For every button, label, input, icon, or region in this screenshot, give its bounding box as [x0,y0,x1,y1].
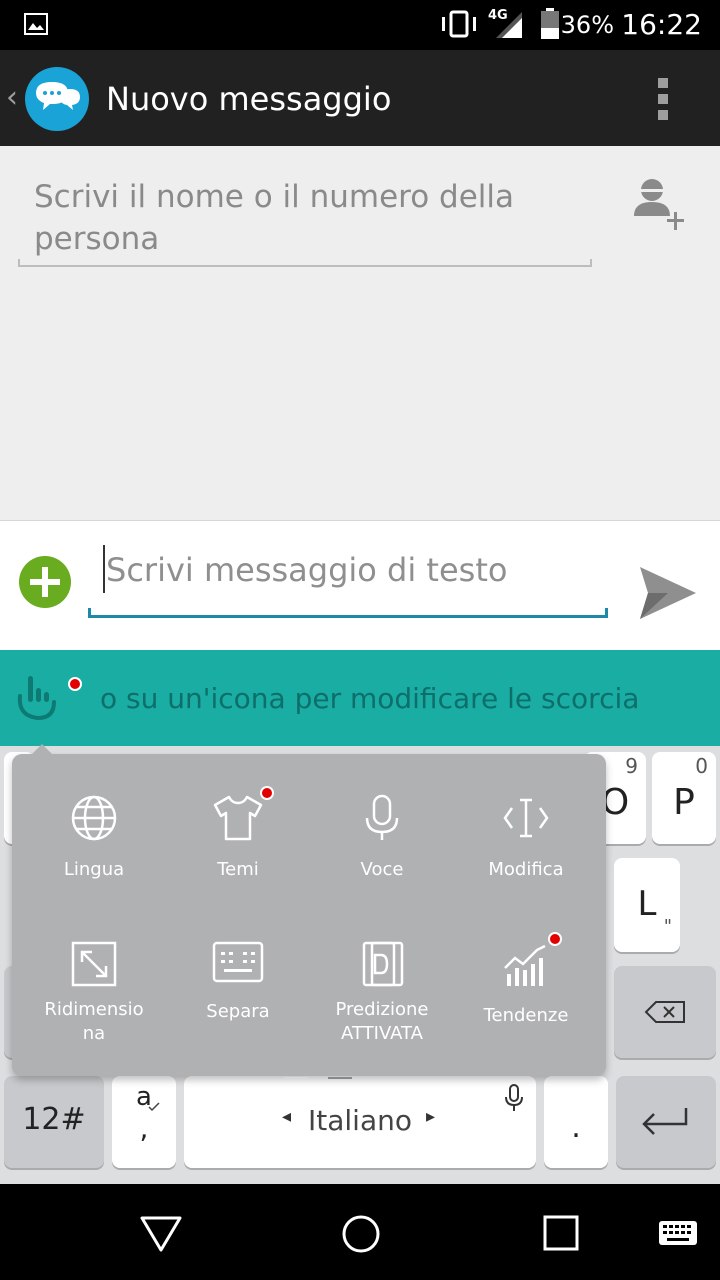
option-language[interactable]: Lingua [22,794,166,882]
key-period[interactable]: . [544,1076,608,1168]
language-next-icon: ▸ [426,1106,436,1127]
message-input-underline [88,608,608,618]
recents-nav-icon[interactable] [542,1214,580,1252]
navigation-bar [0,1184,720,1280]
gallery-notification-icon [24,13,48,35]
compose-area: Scrivi messaggio di testo [0,520,720,650]
tshirt-icon [213,795,263,841]
backspace-icon [644,1001,685,1023]
keyboard-split-icon [212,941,264,983]
panel-pointer [32,744,52,754]
option-resize[interactable]: Ridimensio na [22,940,166,1046]
option-voice[interactable]: Voce [310,794,454,882]
microphone-icon [505,1084,523,1111]
clock: 16:22 [621,8,702,41]
recipient-input-underline [18,259,592,267]
option-prediction[interactable]: Predizione ATTIVATA [310,940,454,1046]
microphone-icon [365,794,399,840]
enter-icon [642,1108,688,1135]
text-cursor [103,545,105,593]
battery-icon [541,8,559,39]
key-numbers[interactable]: 12# [4,1076,104,1168]
option-edit[interactable]: Modifica [454,794,598,882]
keyboard-toolbar: o su un'icona per modificare le scorcia [0,650,720,746]
add-contact-icon[interactable] [630,176,690,232]
resize-icon [71,941,117,987]
signal-icon [496,12,522,38]
key-enter[interactable] [616,1076,716,1168]
vibrate-icon [442,10,476,38]
notification-dot [68,677,82,691]
check-small-icon [148,1102,160,1112]
key-space[interactable]: ◂ Italiano ▸ [184,1076,536,1168]
messaging-app-icon[interactable] [24,66,90,132]
keyboard-switch-icon[interactable] [658,1220,698,1246]
option-trends[interactable]: Tendenze [454,932,598,1028]
page-dot [284,1077,308,1079]
app-bar: ‹ Nuovo messaggio [0,50,720,146]
notification-dot [548,932,562,946]
option-split[interactable]: Separa [166,940,310,1024]
key-p[interactable]: 0 P [652,752,716,844]
toolbar-tip-text: o su un'icona per modificare le scorcia [100,682,640,715]
touchpal-logo-icon[interactable] [14,674,60,724]
back-chevron-icon[interactable]: ‹ [6,80,18,115]
notification-dot [260,786,274,800]
recipient-input[interactable]: Scrivi il nome o il numero della persona [34,176,574,260]
trends-chart-icon [504,944,546,986]
globe-icon [71,795,117,841]
back-nav-icon[interactable] [138,1214,184,1254]
status-bar: 4G 36% 16:22 [0,0,720,50]
home-nav-icon[interactable] [340,1213,382,1255]
page-dot-active [328,1077,352,1079]
option-themes[interactable]: Temi [166,786,310,882]
page-title: Nuovo messaggio [106,80,392,118]
recipient-area: Scrivi il nome o il numero della persona [0,146,720,520]
key-punctuation[interactable]: a , [112,1076,176,1168]
panel-page-indicator [274,1064,362,1083]
keyboard-options-panel: Lingua Temi Voce Modifica Ridimensio na … [12,744,606,1079]
add-attachment-icon[interactable] [18,555,72,609]
space-language-label: Italiano [308,1104,412,1137]
prediction-icon [362,941,404,987]
key-l[interactable]: L " [614,858,680,952]
battery-percent: 36% [560,11,614,39]
text-edit-icon [503,798,549,838]
message-input[interactable]: Scrivi messaggio di testo [106,551,507,589]
overflow-menu-icon[interactable] [656,76,670,122]
send-icon[interactable] [638,565,698,621]
key-backspace[interactable] [614,966,716,1058]
